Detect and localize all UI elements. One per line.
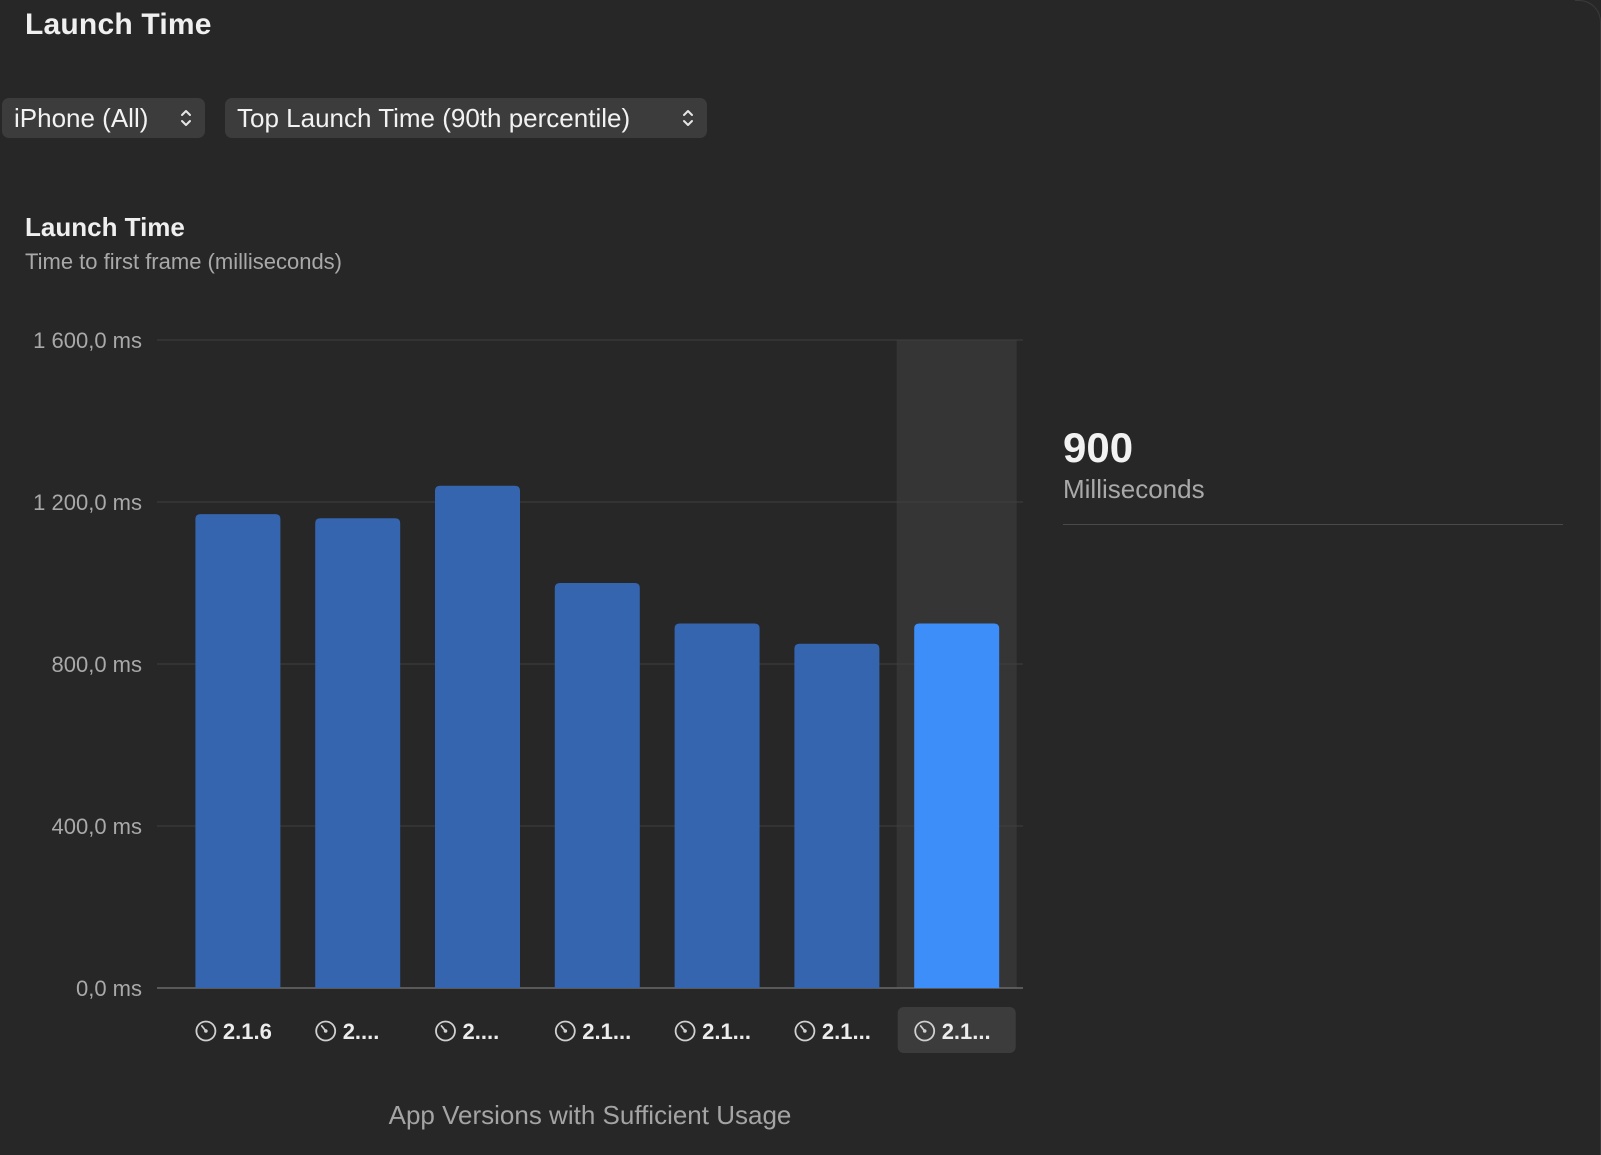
bar[interactable] (435, 485, 520, 988)
x-category-3[interactable]: 2.1... (554, 1019, 631, 1044)
gauge-icon (435, 1020, 456, 1042)
launch-time-panel: Launch Time iPhone (All) Top Launch Time… (0, 0, 1601, 1155)
bar[interactable] (554, 583, 640, 988)
x-category-4[interactable]: 2.1... (674, 1019, 751, 1044)
bar[interactable] (674, 623, 760, 989)
x-category-5[interactable]: 2.1... (794, 1019, 871, 1044)
detail-divider (1063, 524, 1563, 525)
x-tick-label: 2.... (343, 1019, 380, 1044)
gauge-icon (195, 1020, 217, 1042)
x-tick-label: 2.... (463, 1019, 500, 1044)
y-tick-label: 400,0 ms (52, 814, 143, 839)
x-tick-label: 2.1... (822, 1019, 871, 1044)
x-tick-label: 2.1... (702, 1019, 751, 1044)
y-tick-label: 1 600,0 ms (33, 328, 142, 353)
x-tick-label: 2.1.6 (223, 1019, 272, 1044)
x-category-2[interactable]: 2.... (435, 1019, 500, 1044)
gauge-icon (554, 1020, 576, 1042)
x-category-0[interactable]: 2.1.6 (195, 1019, 272, 1044)
gauge-icon (315, 1020, 337, 1042)
x-axis-title: App Versions with Sufficient Usage (388, 1100, 792, 1130)
gauge-icon (794, 1020, 816, 1042)
launch-time-bar-chart: 1 600,0 ms 1 200,0 ms 800,0 ms 400,0 ms 0,0 … (33, 328, 1023, 1053)
gauge-icon (674, 1020, 696, 1042)
bar[interactable] (794, 643, 880, 988)
y-tick-label: 0,0 ms (76, 976, 142, 1001)
selected-value: 900 (1063, 424, 1134, 471)
selected-value-unit: Milliseconds (1063, 474, 1205, 504)
y-tick-label: 1 200,0 ms (33, 490, 142, 515)
x-category-1[interactable]: 2.... (315, 1019, 380, 1044)
x-tick-label: 2.1... (942, 1019, 991, 1044)
bar[interactable] (914, 623, 1000, 989)
bar[interactable] (315, 518, 401, 988)
x-tick-label: 2.1... (582, 1019, 631, 1044)
bar[interactable] (195, 514, 281, 988)
y-tick-label: 800,0 ms (52, 652, 143, 677)
x-category-6[interactable]: 2.1... (897, 1007, 1016, 1053)
